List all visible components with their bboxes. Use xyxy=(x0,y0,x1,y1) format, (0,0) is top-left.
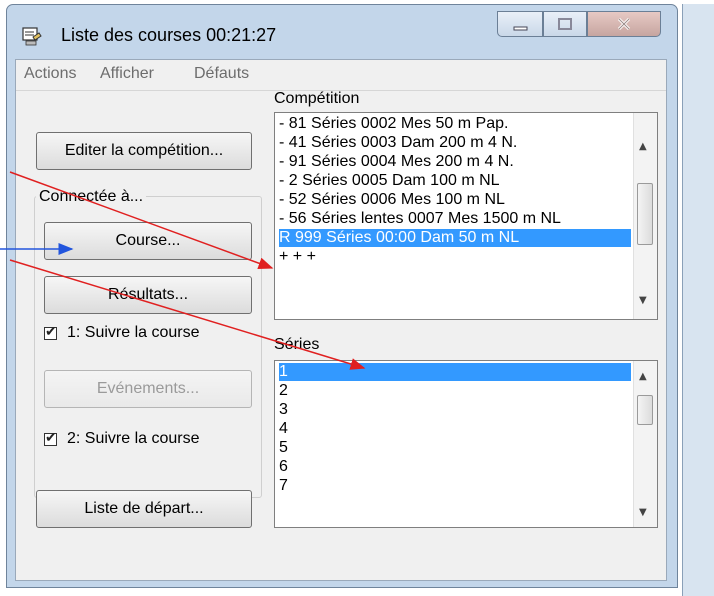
scroll-down-icon[interactable]: ▼ xyxy=(639,295,647,306)
series-label: Séries xyxy=(274,336,320,353)
events-button[interactable]: Evénements... xyxy=(44,370,252,408)
scroll-up-icon[interactable]: ▲ xyxy=(639,371,647,382)
menu-bar: Actions Afficher Défauts xyxy=(16,60,666,91)
maximize-icon xyxy=(558,18,572,30)
series-list-item[interactable]: 2 xyxy=(279,382,631,400)
competition-list-item[interactable]: - 91 Séries 0004 Mes 200 m 4 N. xyxy=(279,153,631,171)
series-list-item[interactable]: 4 xyxy=(279,420,631,438)
competition-list-item[interactable]: - 56 Séries lentes 0007 Mes 1500 m NL xyxy=(279,210,631,228)
results-button[interactable]: Résultats... xyxy=(44,276,252,314)
competition-label: Compétition xyxy=(274,90,360,107)
scroll-thumb[interactable] xyxy=(637,183,653,245)
follow-course-2-label: 2: Suivre la course xyxy=(67,430,200,447)
scroll-up-icon[interactable]: ▲ xyxy=(639,141,647,152)
competition-listbox[interactable]: - 81 Séries 0002 Mes 50 m Pap. - 41 Série… xyxy=(274,112,658,320)
follow-course-2-checkbox-row[interactable]: 2: Suivre la course xyxy=(44,429,200,448)
series-list-item[interactable]: 7 xyxy=(279,477,631,495)
follow-course-2-checkbox[interactable] xyxy=(44,429,57,446)
competition-list-item[interactable]: - 52 Séries 0006 Mes 100 m NL xyxy=(279,191,631,209)
competition-list-item[interactable]: - 81 Séries 0002 Mes 50 m Pap. xyxy=(279,115,631,133)
competition-list-item[interactable]: - 2 Séries 0005 Dam 100 m NL xyxy=(279,172,631,190)
follow-course-1-checkbox-row[interactable]: 1: Suivre la course xyxy=(44,323,200,342)
menu-defauts[interactable]: Défauts xyxy=(194,65,249,83)
series-list-item[interactable]: 6 xyxy=(279,458,631,476)
start-list-button[interactable]: Liste de départ... xyxy=(36,490,252,528)
series-list-item[interactable]: 3 xyxy=(279,401,631,419)
menu-afficher[interactable]: Afficher xyxy=(100,65,154,83)
series-scrollbar[interactable]: ▲ ▼ xyxy=(633,361,657,527)
connected-group-label: Connectée à... xyxy=(36,188,147,206)
follow-course-1-label: 1: Suivre la course xyxy=(67,324,200,341)
maximize-button[interactable] xyxy=(543,11,587,37)
client-area: Actions Afficher Défauts Editer la compé… xyxy=(15,59,667,581)
series-list-item[interactable]: 1 xyxy=(279,363,631,381)
menu-actions[interactable]: Actions xyxy=(24,65,76,83)
series-listbox[interactable]: 1234567 ▲ ▼ xyxy=(274,360,658,528)
close-icon xyxy=(617,17,631,31)
competition-list-item[interactable]: R 999 Séries 00:00 Dam 50 m NL xyxy=(279,229,631,247)
competition-list-item[interactable]: + + + xyxy=(279,248,631,266)
background-window-edge xyxy=(682,4,714,596)
minimize-button[interactable] xyxy=(497,11,543,37)
scroll-thumb[interactable] xyxy=(637,395,653,425)
app-window: Liste des courses 00:21:27 Actions Affic… xyxy=(6,4,678,588)
series-list-item[interactable]: 5 xyxy=(279,439,631,457)
competition-scrollbar[interactable]: ▲ ▼ xyxy=(633,113,657,319)
scroll-down-icon[interactable]: ▼ xyxy=(639,507,647,518)
follow-course-1-checkbox[interactable] xyxy=(44,323,57,340)
minimize-icon xyxy=(513,26,528,31)
competition-list-item[interactable]: - 41 Séries 0003 Dam 200 m 4 N. xyxy=(279,134,631,152)
course-button[interactable]: Course... xyxy=(44,222,252,260)
title-bar[interactable]: Liste des courses 00:21:27 xyxy=(7,5,677,59)
close-button[interactable] xyxy=(587,11,661,37)
edit-competition-button[interactable]: Editer la compétition... xyxy=(36,132,252,170)
app-icon xyxy=(22,27,42,46)
window-title: Liste des courses 00:21:27 xyxy=(61,25,277,45)
